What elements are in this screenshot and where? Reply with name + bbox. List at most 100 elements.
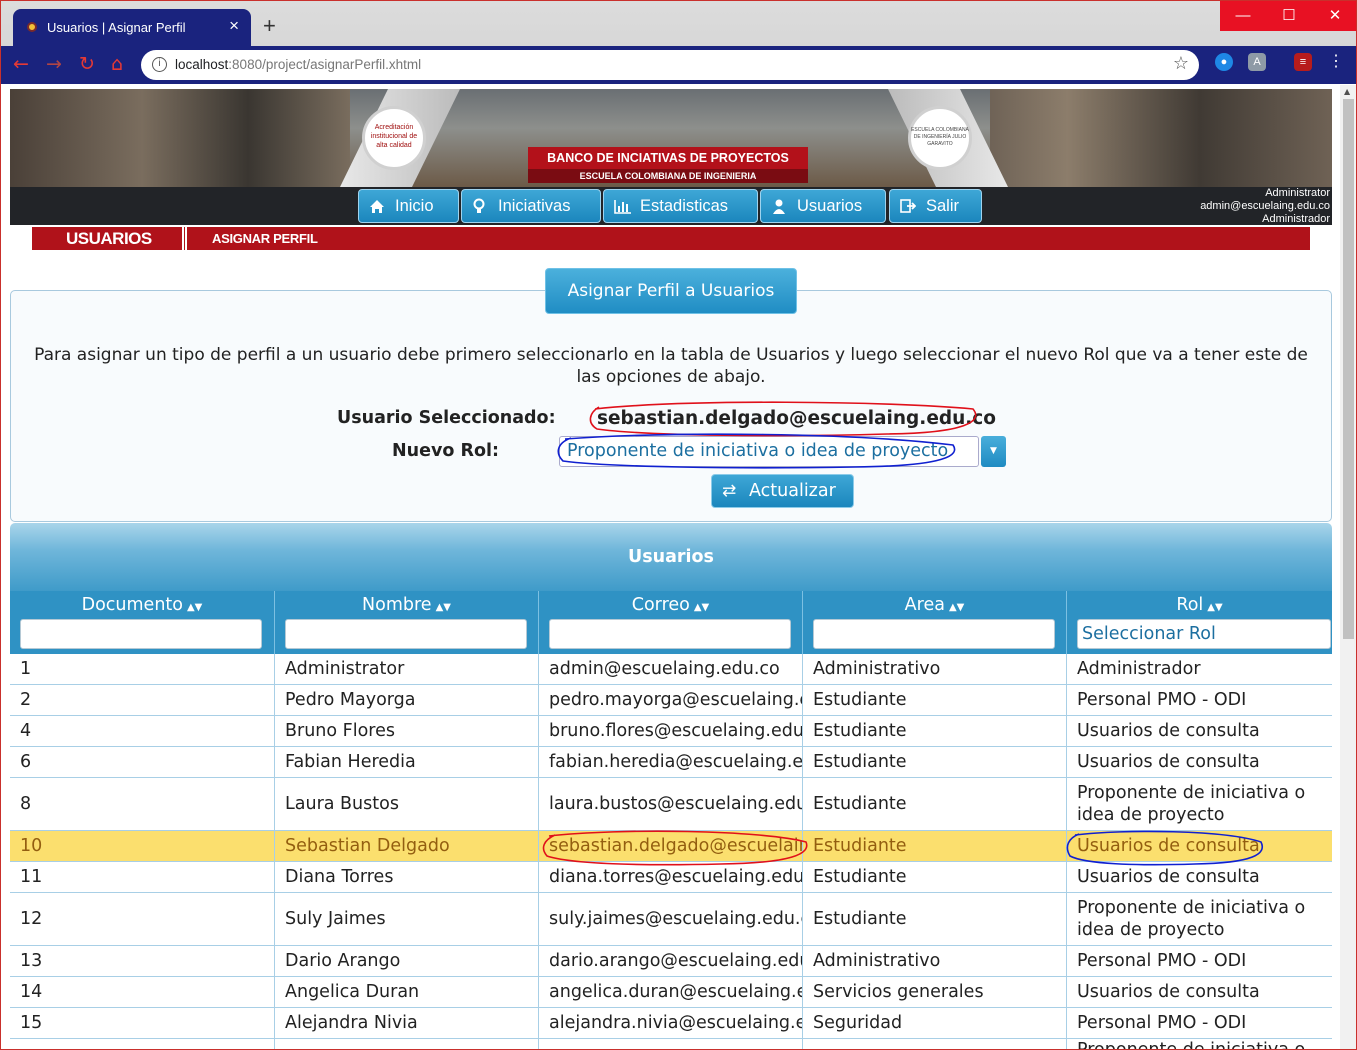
cell-correo	[538, 1039, 802, 1049]
col-nombre[interactable]: Nombre ▲▼	[274, 591, 538, 654]
assign-profile-panel	[10, 290, 1332, 522]
menu-inicio[interactable]: Inicio	[358, 189, 459, 223]
cell-correo: alejandra.nivia@escuelaing.edu.co	[538, 1008, 802, 1038]
cell-nombre: Suly Jaimes	[274, 893, 538, 945]
extension-icon[interactable]: ●	[1215, 53, 1233, 71]
table-row[interactable]: 1 Administrator admin@escuelaing.edu.co Adm…	[10, 654, 1332, 685]
cell-rol: Proponente de iniciativa o idea de proye…	[1066, 1039, 1332, 1049]
menu-estadisticas[interactable]: Estadisticas	[603, 189, 758, 223]
accreditation-seal-logo: Acreditación institucional de alta calid…	[362, 106, 426, 170]
menu-dots-icon[interactable]: ⋮	[1327, 53, 1345, 71]
filter-area-input[interactable]	[813, 619, 1055, 649]
tab-strip: Usuarios | Asignar Perfil × + — ☐ ✕	[1, 1, 1356, 46]
home-browser-icon[interactable]: ⌂	[111, 53, 123, 75]
table-header: Documento ▲▼ Nombre ▲▼ Correo ▲▼ Area ▲▼ Rol…	[10, 591, 1332, 654]
breadcrumb-separator	[182, 227, 187, 250]
toolbar: ← → ↻ ⌂ i localhost:8080/project/asignar…	[1, 46, 1356, 84]
selected-user-label: Usuario Seleccionado:	[337, 408, 556, 428]
menu-iniciativas[interactable]: Iniciativas	[461, 189, 601, 223]
cell-area: Estudiante	[802, 747, 1066, 777]
filter-correo-input[interactable]	[549, 619, 791, 649]
cell-rol: Usuarios de consulta	[1066, 716, 1332, 746]
forward-icon[interactable]: →	[46, 53, 62, 75]
school-seal-logo: ESCUELA COLOMBIANA DE INGENIERÍA JULIO G…	[908, 106, 972, 170]
cell-nombre: Pedro Mayorga	[274, 685, 538, 715]
menu-salir[interactable]: Salir	[889, 189, 982, 223]
minimize-icon[interactable]: —	[1220, 1, 1266, 31]
cell-area: Estudiante	[802, 685, 1066, 715]
cell-nombre	[274, 1039, 538, 1049]
table-row[interactable]: 6 Fabian Heredia fabian.heredia@escuelaing…	[10, 747, 1332, 778]
bookmark-star-icon[interactable]: ☆	[1173, 53, 1189, 74]
cell-rol: Personal PMO - ODI	[1066, 946, 1332, 976]
sort-icon[interactable]: ▲▼	[187, 602, 202, 613]
table-row[interactable]: 11 Diana Torres diana.torres@escuelaing.ed…	[10, 862, 1332, 893]
breadcrumb-page: ASIGNAR PERFIL	[212, 231, 318, 246]
back-icon[interactable]: ←	[13, 53, 29, 75]
selected-user-value: sebastian.delgado@escuelaing.edu.co	[597, 408, 996, 429]
header-banner: Acreditación institucional de alta calid…	[10, 89, 1332, 187]
cell-documento: 14	[20, 982, 43, 1002]
browser-tab[interactable]: Usuarios | Asignar Perfil ×	[13, 9, 251, 46]
extension-red-icon[interactable]: ≡	[1294, 53, 1312, 71]
user-name: Administrator	[1265, 187, 1330, 199]
main-menu: Inicio Iniciativas Estadisticas Usuarios…	[10, 187, 1332, 225]
cell-documento: 15	[20, 1013, 43, 1033]
cell-nombre: Angelica Duran	[274, 977, 538, 1007]
new-role-select[interactable]: Proponente de iniciativa o idea de proye…	[559, 436, 979, 467]
cell-documento: 12	[20, 909, 43, 929]
table-row[interactable]: 10 Sebastian Delgado sebastian.delgado@esc…	[10, 831, 1332, 862]
address-bar[interactable]: i localhost:8080/project/asignarPerfil.x…	[141, 50, 1199, 80]
sort-icon[interactable]: ▲▼	[694, 602, 709, 613]
cell-rol: Proponente de iniciativa o idea de proye…	[1066, 893, 1332, 945]
sort-icon[interactable]: ▲▼	[436, 602, 451, 613]
table-row[interactable]: 8 Laura Bustoslaura.bustos@escuelaing.edu…	[10, 778, 1332, 831]
new-tab-icon[interactable]: +	[263, 13, 276, 39]
filter-rol-select[interactable]: Seleccionar Rol	[1077, 619, 1331, 649]
table-caption: Usuarios	[628, 547, 714, 567]
table-row[interactable]: 14 Angelica Duran angelica.duran@escuelain…	[10, 977, 1332, 1008]
cell-nombre: Sebastian Delgado	[274, 831, 538, 861]
filter-documento-input[interactable]	[20, 619, 262, 649]
update-button[interactable]: ⇄ Actualizar	[711, 474, 854, 508]
page-scrollbar[interactable]: ▲	[1340, 85, 1356, 1049]
scroll-up-icon[interactable]: ▲	[1344, 87, 1350, 96]
cell-documento: 1	[20, 659, 32, 679]
cell-nombre: Alejandra Nivia	[274, 1008, 538, 1038]
cell-correo: pedro.mayorga@escuelaing.edu.co	[538, 685, 802, 715]
table-row[interactable]: 12 Suly Jaimes suly.jaimes@escuelaing.edu.…	[10, 893, 1332, 946]
col-rol[interactable]: Rol ▲▼ Seleccionar Rol	[1066, 591, 1332, 654]
cell-area: Administrativo	[802, 946, 1066, 976]
site-info-icon[interactable]: i	[152, 57, 167, 72]
table-row[interactable]: Proponente de iniciativa o idea de proye…	[10, 1039, 1332, 1049]
table-row[interactable]: 4 Bruno Flores bruno.flores@escuelaing.edu…	[10, 716, 1332, 747]
scroll-thumb[interactable]	[1343, 99, 1354, 639]
cell-correo: dario.arango@escuelaing.edu.co	[538, 946, 802, 976]
cell-area: Estudiante	[802, 862, 1066, 892]
translate-icon[interactable]: A	[1248, 53, 1266, 71]
col-documento[interactable]: Documento ▲▼	[10, 591, 274, 654]
menu-usuarios[interactable]: Usuarios	[760, 189, 886, 223]
table-row[interactable]: 15 Alejandra Nivia alejandra.nivia@escuela…	[10, 1008, 1332, 1039]
close-window-icon[interactable]: ✕	[1312, 1, 1356, 31]
cell-correo: sebastian.delgado@escuelaing.edu.co	[538, 831, 802, 861]
cell-documento: 8	[20, 794, 32, 814]
cell-area: Administrativo	[802, 654, 1066, 684]
filter-nombre-input[interactable]	[285, 619, 527, 649]
cell-area: Estudiante	[802, 831, 1066, 861]
cell-area: Seguridad	[802, 1008, 1066, 1038]
tab-close-icon[interactable]: ×	[229, 16, 239, 36]
reload-icon[interactable]: ↻	[79, 53, 95, 75]
breadcrumb: USUARIOS ASIGNAR PERFIL	[32, 227, 1310, 250]
col-area[interactable]: Area ▲▼	[802, 591, 1066, 654]
banner-subtitle: ESCUELA COLOMBIANA DE INGENIERIA	[528, 169, 808, 183]
col-correo[interactable]: Correo ▲▼	[538, 591, 802, 654]
maximize-icon[interactable]: ☐	[1266, 1, 1312, 31]
table-row[interactable]: 13 Dario Arango dario.arango@escuelaing.ed…	[10, 946, 1332, 977]
sort-icon[interactable]: ▲▼	[949, 602, 964, 613]
cell-area: Estudiante	[802, 716, 1066, 746]
chevron-down-icon[interactable]: ▼	[981, 436, 1006, 467]
sort-icon[interactable]: ▲▼	[1207, 602, 1222, 613]
cell-correo: laura.bustos@escuelaing.edu.co	[538, 778, 802, 830]
table-row[interactable]: 2 Pedro Mayorga pedro.mayorga@escuelaing. e…	[10, 685, 1332, 716]
